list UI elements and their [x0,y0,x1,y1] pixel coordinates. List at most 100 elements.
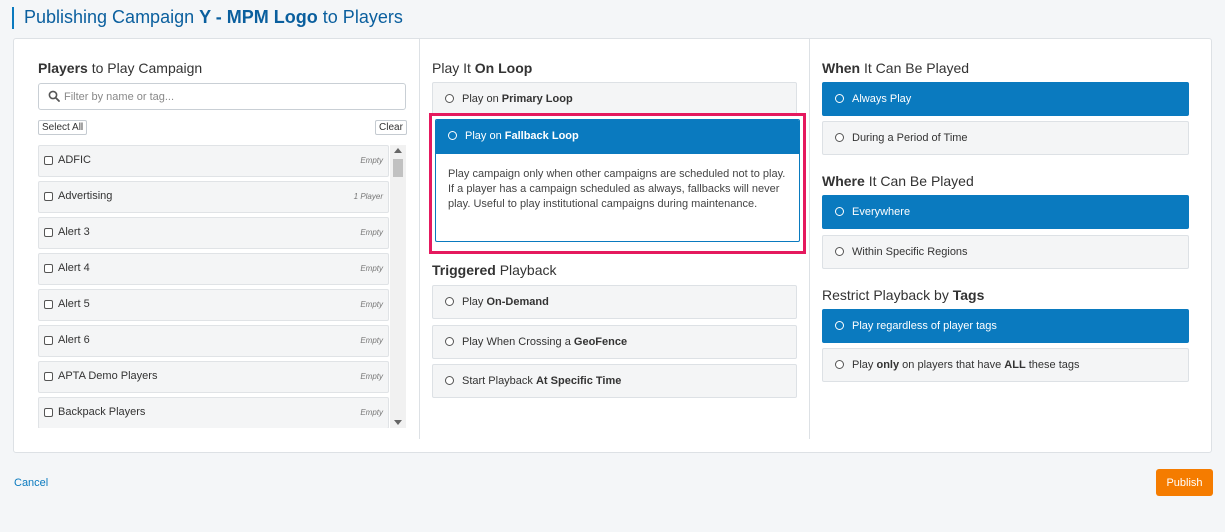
option-label-part: Play [852,359,874,371]
scrollbar-thumb[interactable] [393,159,403,177]
option-label-bold: only [876,359,900,371]
player-checkbox[interactable] [44,336,53,345]
scroll-down-arrow-icon[interactable] [394,420,402,425]
option-specific-regions[interactable]: Within Specific Regions [822,235,1189,269]
option-geofence[interactable]: Play When Crossing a GeoFence [432,325,797,359]
player-count: Empty [360,264,383,273]
radio-icon[interactable] [445,94,454,103]
radio-icon[interactable] [448,131,457,140]
tags-title-bold: Tags [952,287,985,303]
radio-icon[interactable] [835,94,844,103]
option-label: Start Playback At Specific Time [462,375,621,387]
where-title-bold: Where [822,173,865,189]
player-list-item[interactable]: Alert 3 Empty [38,217,389,249]
player-count: Empty [360,228,383,237]
loop-title-bold: On Loop [474,60,533,76]
radio-icon[interactable] [445,297,454,306]
player-list-item[interactable]: ADFIC Empty [38,145,389,177]
player-checkbox[interactable] [44,264,53,273]
player-filter-input[interactable] [64,88,394,106]
fallback-highlight-frame: Play on Fallback Loop Play campaign only… [429,113,806,254]
loop-section-title: Play It On Loop [432,60,532,76]
option-fallback-loop[interactable]: Play on Fallback Loop Play campaign only… [435,119,800,242]
radio-icon[interactable] [835,360,844,369]
fallback-loop-header[interactable]: Play on Fallback Loop [436,120,799,154]
player-list-item[interactable]: Backpack Players Empty [38,397,389,428]
triggered-section-title: Triggered Playback [432,262,557,278]
restrictions-column: When It Can Be Played Always Play During… [809,39,1199,439]
triggered-title-bold: Triggered [432,262,496,278]
radio-icon[interactable] [445,376,454,385]
option-label: Within Specific Regions [852,246,968,258]
option-specific-time[interactable]: Start Playback At Specific Time [432,364,797,398]
player-checkbox[interactable] [44,372,53,381]
player-checkbox[interactable] [44,156,53,165]
when-title-bold: When [822,60,861,76]
player-list-item[interactable]: Advertising 1 Player [38,181,389,213]
option-label: Play on Primary Loop [462,93,573,105]
players-section-title: Players to Play Campaign [38,60,202,76]
player-name: Alert 5 [58,298,90,310]
player-checkbox[interactable] [44,192,53,201]
cancel-link[interactable]: Cancel [14,477,48,489]
player-checkbox[interactable] [44,300,53,309]
option-only-tagged-players[interactable]: Play only on players that have ALL these… [822,348,1189,382]
option-label-part: these tags [1028,359,1080,371]
player-name: Alert 3 [58,226,90,238]
title-prefix: Publishing Campaign [24,7,195,27]
option-label-bold: Fallback Loop [504,130,579,142]
player-list-item[interactable]: Alert 4 Empty [38,253,389,285]
option-label-prefix: Start Playback [462,375,533,387]
publish-card: Players to Play Campaign Select All Clea… [13,38,1212,453]
player-checkbox[interactable] [44,408,53,417]
option-on-demand[interactable]: Play On-Demand [432,285,797,319]
scroll-up-arrow-icon[interactable] [394,148,402,153]
option-everywhere[interactable]: Everywhere [822,195,1189,229]
option-label: Always Play [852,93,912,105]
player-name: ADFIC [58,154,91,166]
option-always-play[interactable]: Always Play [822,82,1189,116]
option-label-prefix: Play on [465,130,502,142]
player-name: Backpack Players [58,406,146,418]
player-checkbox[interactable] [44,228,53,237]
option-label-bold: Primary Loop [501,93,573,105]
select-all-button[interactable]: Select All [38,120,88,135]
option-label: Play When Crossing a GeoFence [462,336,627,348]
player-name: Alert 4 [58,262,90,274]
option-primary-loop[interactable]: Play on Primary Loop [432,82,797,116]
player-list-item[interactable]: Alert 6 Empty [38,325,389,357]
radio-icon[interactable] [445,337,454,346]
clear-button[interactable]: Clear [375,120,407,135]
page-header: Publishing Campaign Y - MPM Logo to Play… [0,0,1225,36]
player-list[interactable]: ADFIC Empty Advertising 1 Player Alert 3… [38,145,407,428]
radio-icon[interactable] [835,207,844,216]
player-name: APTA Demo Players [58,370,158,382]
player-list-item[interactable]: APTA Demo Players Empty [38,361,389,393]
triggered-title-rest: Playback [499,262,557,278]
player-filter[interactable] [38,83,406,110]
player-count: Empty [360,408,383,417]
radio-icon[interactable] [835,133,844,142]
player-count: Empty [360,300,383,309]
option-label-prefix: Play When Crossing a [462,336,571,348]
tags-title-prefix: Restrict Playback by [822,287,949,303]
page-title: Publishing Campaign Y - MPM Logo to Play… [24,7,403,28]
where-title-rest: It Can Be Played [868,173,974,189]
player-count: Empty [360,156,383,165]
radio-icon[interactable] [835,247,844,256]
radio-icon[interactable] [835,321,844,330]
search-icon [48,90,60,102]
option-label-prefix: Play [462,296,484,308]
option-regardless-of-tags[interactable]: Play regardless of player tags [822,309,1189,343]
player-list-item[interactable]: Alert 5 Empty [38,289,389,321]
playback-mode-column: Play It On Loop Play on Primary Loop Pla… [419,39,809,439]
option-label: Play On-Demand [462,296,549,308]
player-name: Alert 6 [58,334,90,346]
option-label-bold: At Specific Time [535,375,622,387]
option-label: Everywhere [852,206,911,218]
option-period-of-time[interactable]: During a Period of Time [822,121,1189,155]
publish-button[interactable]: Publish [1156,469,1213,496]
player-list-scrollbar[interactable] [390,145,406,428]
option-label: Play only on players that have ALL these… [852,359,1080,371]
fallback-description: Play campaign only when other campaigns … [448,168,786,210]
